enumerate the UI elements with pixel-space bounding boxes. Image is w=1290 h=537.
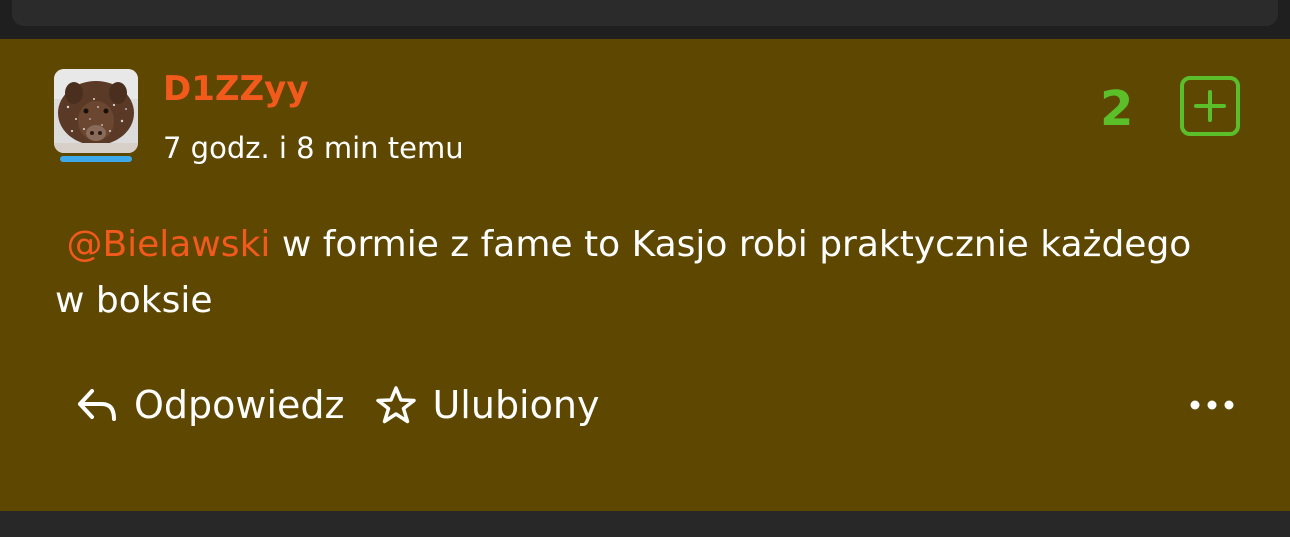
comment-body: @Bielawski w formie z fame to Kasjo robi… xyxy=(55,217,1205,329)
avatar-status-bar xyxy=(60,156,132,162)
avatar-container[interactable] xyxy=(54,69,138,163)
comment-card: D1ZZyy 7 godz. i 8 min temu 2 @Bielawski… xyxy=(0,39,1290,511)
reply-button[interactable]: Odpowiedz xyxy=(76,383,344,427)
avatar[interactable] xyxy=(54,69,138,153)
comment-timestamp: 7 godz. i 8 min temu xyxy=(163,131,464,165)
plus-square-icon xyxy=(1180,76,1240,136)
more-options-button[interactable] xyxy=(1186,387,1238,423)
comment-actions: Odpowiedz Ulubiony xyxy=(76,377,599,433)
next-comment-divider xyxy=(0,511,1290,537)
favorite-button[interactable]: Ulubiony xyxy=(376,383,599,427)
reply-label: Odpowiedz xyxy=(134,383,345,427)
favorite-label: Ulubiony xyxy=(432,383,600,427)
author-name[interactable]: D1ZZyy xyxy=(163,69,309,109)
vote-count: 2 xyxy=(1100,81,1134,137)
upvote-button[interactable] xyxy=(1180,76,1240,136)
reply-arrow-icon xyxy=(76,387,118,423)
more-dots-icon xyxy=(1190,400,1234,410)
boar-avatar-image xyxy=(54,69,138,153)
star-outline-icon xyxy=(376,386,417,424)
mention-link[interactable]: @Bielawski xyxy=(66,224,270,265)
previous-comment-card xyxy=(12,0,1278,26)
